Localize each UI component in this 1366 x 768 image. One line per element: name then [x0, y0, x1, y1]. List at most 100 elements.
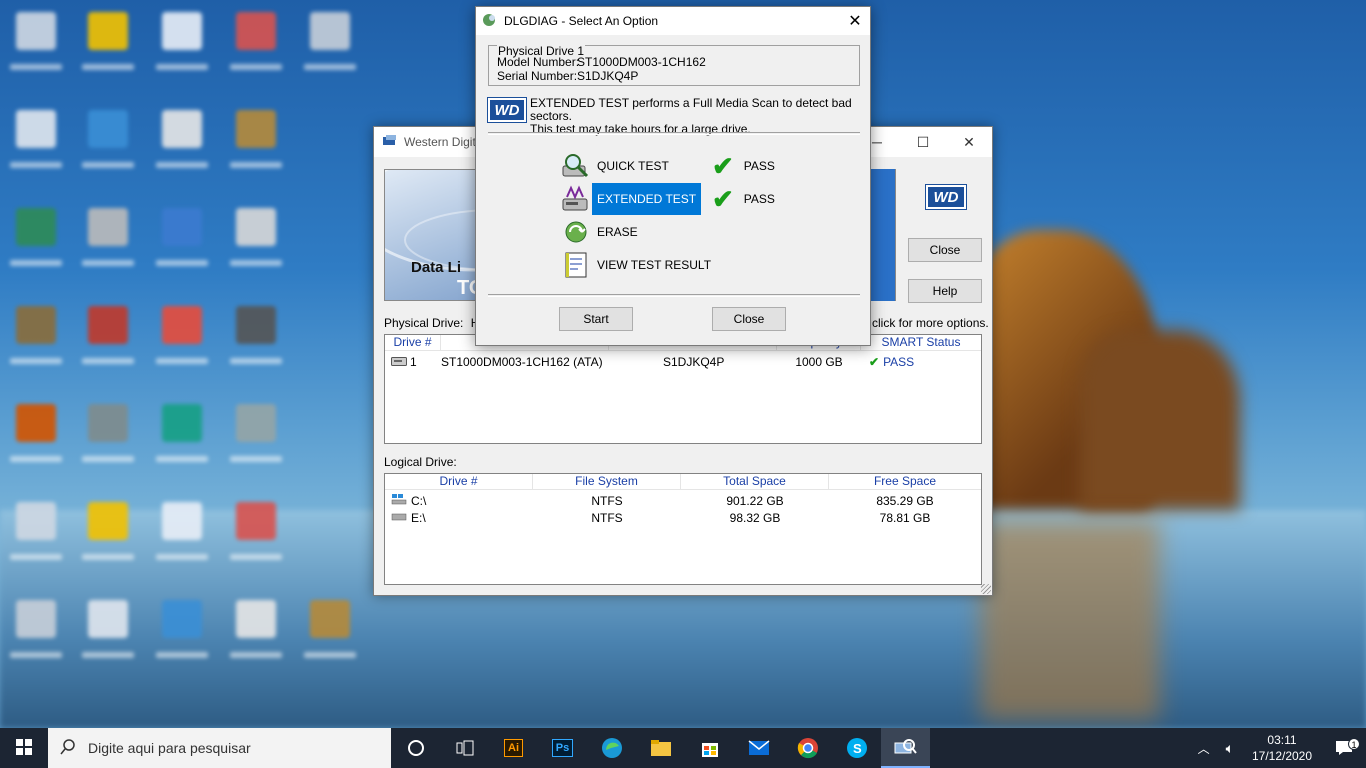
desktop-icon-label	[82, 554, 134, 560]
desktop-icon-label	[10, 162, 62, 168]
close-icon[interactable]: ✕	[840, 7, 870, 35]
clock-time: 03:11	[1267, 733, 1297, 747]
desktop-icon[interactable]	[162, 306, 202, 344]
desktop-icon-label	[230, 64, 282, 70]
desktop-icon[interactable]	[88, 208, 128, 246]
clock[interactable]: 03:11 17/12/2020	[1242, 732, 1322, 764]
dialog-close-button[interactable]: Close	[712, 307, 786, 331]
extended-test-result: PASS	[743, 192, 775, 206]
option-view-test-result[interactable]: VIEW TEST RESULT	[560, 249, 716, 281]
col-drive-number[interactable]: Drive #	[385, 335, 441, 350]
option-quick-test[interactable]: QUICK TEST	[560, 150, 674, 182]
chevron-up-icon[interactable]: ︿	[1190, 740, 1218, 757]
desktop-icon[interactable]	[162, 502, 202, 540]
desktop-icon-label	[10, 358, 62, 364]
edge-icon[interactable]	[587, 728, 636, 768]
desktop-icon[interactable]	[88, 600, 128, 638]
serial-label: Serial Number:	[497, 69, 578, 83]
help-button[interactable]: Help	[908, 279, 982, 303]
desktop-icon[interactable]	[236, 600, 276, 638]
skype-icon[interactable]: S	[832, 728, 881, 768]
notification-icon[interactable]: 1	[1322, 738, 1366, 756]
col-total-space[interactable]: Total Space	[681, 474, 829, 489]
desktop-icon-label	[10, 554, 62, 560]
desktop-icon[interactable]	[310, 600, 350, 638]
search-box[interactable]: Digite aqui para pesquisar	[48, 728, 391, 768]
start-button[interactable]	[0, 728, 48, 768]
start-button[interactable]: Start	[559, 307, 633, 331]
model-number: ST1000DM003-1CH162 (ATA)	[441, 354, 603, 369]
table-row[interactable]: 1 ST1000DM003-1CH162 (ATA) S1DJKQ4P 1000…	[385, 353, 981, 370]
close-icon[interactable]: ✕	[946, 127, 992, 157]
desktop-icon[interactable]	[236, 12, 276, 50]
desktop-icon[interactable]	[16, 404, 56, 442]
serial-number: S1DJKQ4P	[663, 354, 725, 369]
table-row[interactable]: E:\ NTFS 98.32 GB 78.81 GB	[385, 509, 981, 526]
desktop-icon-label	[82, 652, 134, 658]
desktop-icon[interactable]	[88, 12, 128, 50]
free-space: 78.81 GB	[879, 510, 931, 525]
illustrator-icon[interactable]: Ai	[489, 728, 538, 768]
desktop-icon-label	[10, 652, 62, 658]
desktop-icon[interactable]	[162, 208, 202, 246]
wd-app-icon	[382, 134, 398, 151]
maximize-icon[interactable]: ☐	[900, 127, 946, 157]
resize-grip[interactable]	[981, 584, 991, 594]
desktop-icon[interactable]	[16, 600, 56, 638]
desktop-icon[interactable]	[236, 306, 276, 344]
windows-drive-icon	[391, 493, 407, 508]
desktop-icon[interactable]	[16, 306, 56, 344]
file-system: NTFS	[591, 510, 623, 525]
task-view-icon[interactable]	[440, 728, 489, 768]
photoshop-icon[interactable]: Ps	[538, 728, 587, 768]
desktop-icon[interactable]	[236, 208, 276, 246]
desktop-icon[interactable]	[236, 110, 276, 148]
smart-status: PASS	[883, 354, 915, 369]
option-label: QUICK TEST	[597, 159, 669, 173]
desktop-icon[interactable]	[88, 502, 128, 540]
mail-icon[interactable]	[734, 728, 783, 768]
col-logical-drive[interactable]: Drive #	[385, 474, 533, 489]
dialog-title: DLGDIAG - Select An Option	[504, 14, 659, 28]
volume-icon[interactable]: 🔈︎	[1218, 740, 1242, 757]
col-file-system[interactable]: File System	[533, 474, 681, 489]
logical-drive-list[interactable]: Drive # File System Total Space Free Spa…	[384, 473, 982, 585]
dialog-title-bar[interactable]: DLGDIAG - Select An Option	[476, 7, 870, 35]
desktop-icon-label	[156, 554, 208, 560]
desktop-icon[interactable]	[310, 12, 350, 50]
physical-drive-list[interactable]: Drive # Model Number Serial Number Capac…	[384, 334, 982, 444]
option-extended-test[interactable]: EXTENDED TEST	[560, 183, 702, 215]
col-free-space[interactable]: Free Space	[829, 474, 981, 489]
desktop-icon[interactable]	[162, 12, 202, 50]
desktop-icon[interactable]	[88, 306, 128, 344]
col-smart-status[interactable]: SMART Status	[861, 335, 981, 350]
option-erase[interactable]: ERASE	[560, 216, 643, 248]
taskbar: Digite aqui para pesquisar Ai Ps S ︿ 🔈︎ …	[0, 728, 1366, 768]
desktop-icon-label	[82, 358, 134, 364]
serial-value: S1DJKQ4P	[577, 69, 639, 83]
table-row[interactable]: C:\ NTFS 901.22 GB 835.29 GB	[385, 492, 981, 509]
desktop-icon[interactable]	[162, 110, 202, 148]
desktop-icon[interactable]	[16, 208, 56, 246]
notification-count: 1	[1348, 738, 1360, 750]
report-icon	[560, 250, 592, 280]
chrome-icon[interactable]	[783, 728, 832, 768]
desktop-icon[interactable]	[162, 404, 202, 442]
file-explorer-icon[interactable]	[636, 728, 685, 768]
desktop-icon-label	[156, 456, 208, 462]
desktop-icon[interactable]	[88, 404, 128, 442]
cortana-icon[interactable]	[391, 728, 440, 768]
desktop-icon[interactable]	[16, 502, 56, 540]
desktop-icon[interactable]	[236, 404, 276, 442]
logical-drive-label: Logical Drive:	[384, 455, 457, 469]
wd-logo: WD	[487, 97, 527, 123]
store-icon[interactable]	[685, 728, 734, 768]
main-close-button[interactable]: Close	[908, 238, 982, 262]
desktop-icon[interactable]	[162, 600, 202, 638]
desktop-icon[interactable]	[236, 502, 276, 540]
desktop-icon[interactable]	[16, 12, 56, 50]
desktop-icon[interactable]	[88, 110, 128, 148]
wd-diagnostics-taskbar-icon[interactable]	[881, 728, 930, 768]
desktop-icon[interactable]	[16, 110, 56, 148]
option-label: EXTENDED TEST	[592, 183, 702, 215]
